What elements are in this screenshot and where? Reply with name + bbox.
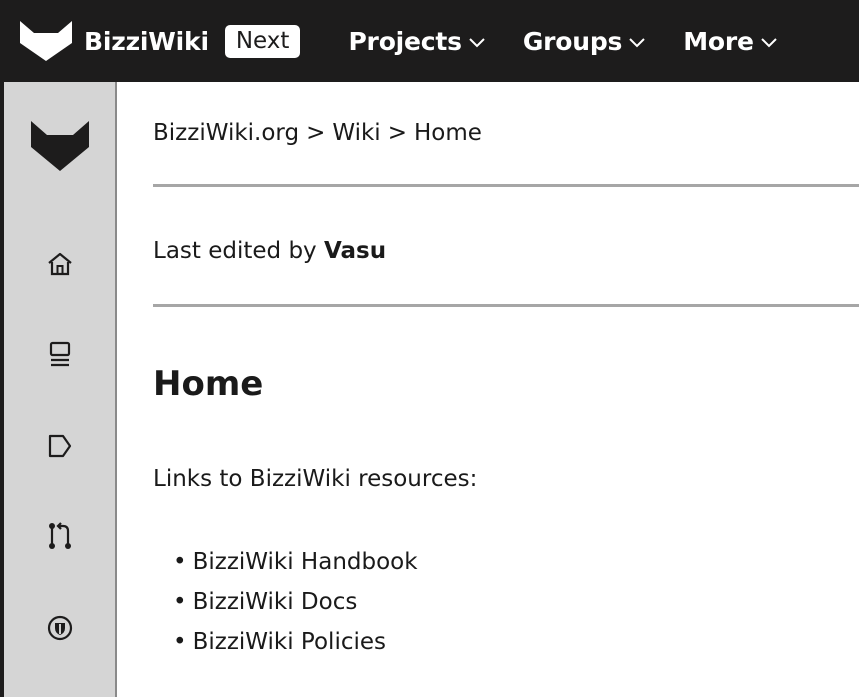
fox-logo-icon[interactable] [18,19,74,63]
merge-request-icon [48,522,71,549]
sidebar-item-home[interactable] [4,246,115,282]
nav-groups-label: Groups [522,26,623,56]
nav-more-label: More [683,26,754,56]
app-window: BizziWiki Next Projects Groups More Bizz… [0,0,859,697]
list-item[interactable]: • BizziWiki Docs [173,582,418,622]
top-navigation-bar: BizziWiki Next Projects Groups More [0,0,859,82]
resource-links-list: • BizziWiki Handbook • BizziWiki Docs • Biz… [173,542,418,662]
link-handbook[interactable]: BizziWiki Handbook [193,549,418,575]
breadcrumb-separator: > [306,120,326,146]
bullet: • [173,629,187,655]
sidebar-item-security[interactable] [4,610,115,646]
breadcrumb-separator: > [387,120,407,146]
main-content: BizziWiki.org > Wiki > Home Last edited by V… [117,82,859,697]
bullet: • [173,589,187,615]
home-icon [47,252,72,276]
last-edited-prefix: Last edited by [153,238,317,264]
breadcrumb-item-wiki[interactable]: Wiki [332,120,380,146]
breadcrumb-item-root[interactable]: BizziWiki.org [153,120,299,146]
sidebar-item-issues[interactable] [4,428,115,464]
bullet: • [173,549,187,575]
chevron-down-icon [469,37,485,47]
page-intro: Links to BizziWiki resources: [153,466,478,492]
next-badge[interactable]: Next [224,24,301,58]
list-item[interactable]: • BizziWiki Handbook [173,542,418,582]
last-edited-author[interactable]: Vasu [324,238,386,264]
sidebar-project-logo[interactable] [4,116,115,176]
divider [153,304,859,307]
nav-projects[interactable]: Projects [348,26,485,56]
breadcrumb-item-home[interactable]: Home [414,120,482,146]
chevron-down-icon [761,37,777,47]
divider [153,184,859,187]
nav-more[interactable]: More [683,27,777,56]
link-docs[interactable]: BizziWiki Docs [193,589,358,615]
issues-icon [48,434,71,458]
nav-projects-label: Projects [348,26,462,56]
breadcrumb: BizziWiki.org > Wiki > Home [153,120,482,146]
list-item[interactable]: • BizziWiki Policies [173,622,418,662]
sidebar-item-monitor[interactable] [4,336,115,372]
sidebar-item-merge-requests[interactable] [4,518,115,554]
chevron-down-icon [629,37,645,47]
page-title: Home [153,364,264,404]
link-policies[interactable]: BizziWiki Policies [193,629,386,655]
brand-name[interactable]: BizziWiki [84,27,209,56]
left-sidebar [0,82,117,697]
nav-groups[interactable]: Groups [523,27,645,56]
fox-logo-icon [30,121,89,171]
security-shield-icon [47,615,72,641]
last-edited-info: Last edited by Vasu [153,238,386,264]
monitor-icon [49,341,70,367]
